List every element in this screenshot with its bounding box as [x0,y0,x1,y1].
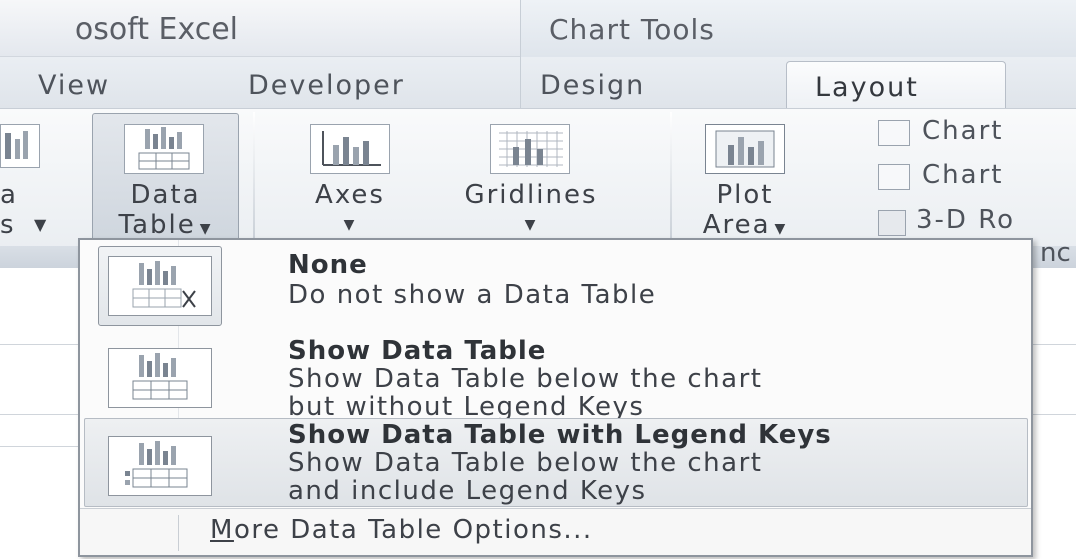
chart-wall-button[interactable]: Chart [922,116,1003,146]
legend-button-label-bottom: s [0,210,16,240]
chevron-down-icon: ▼ [343,217,357,233]
menu-item-show-data-table[interactable]: Show Data Table Show Data Table below th… [80,332,1031,422]
axes-icon[interactable] [310,124,390,174]
menu-item-more-options[interactable]: More Data Table Options... [80,508,1031,555]
menu-item-description-line1: Show Data Table below the chart [288,364,763,394]
gridlines-button[interactable]: Gridlines ▼ [446,180,616,240]
grid-line [1032,344,1076,345]
menu-item-description-line2: and include Legend Keys [288,476,647,506]
group-label-fragment: nc [1040,238,1071,268]
menu-item-description-line1: Show Data Table below the chart [288,448,763,478]
more-options-rest: ore Data Table Options... [233,515,593,545]
plot-area-button[interactable]: Plot Area ▼ [690,180,800,244]
gridlines-icon[interactable] [490,124,570,174]
plot-area-icon[interactable] [705,124,785,174]
chart-tools-context-band: Chart Tools [520,0,1076,57]
chart-wall-icon[interactable] [878,120,910,146]
chart-floor-icon[interactable] [878,164,910,190]
data-table-show-icon [108,348,212,408]
menu-item-none[interactable]: None Do not show a Data Table [80,240,1031,330]
more-options-mnemonic: M [210,515,234,545]
chevron-down-icon: ▼ [199,221,213,237]
axes-label: Axes [315,180,385,210]
tab-view[interactable]: View [38,70,110,101]
group-separator [253,112,255,246]
app-title-text: osoft Excel [74,12,238,47]
chart-floor-button[interactable]: Chart [922,160,1003,190]
plot-area-label-line2: Area [702,210,771,240]
menu-item-description: Do not show a Data Table [288,280,657,310]
grid-line [0,344,80,345]
menu-item-title: Show Data Table [288,336,547,366]
axes-button[interactable]: Axes ▼ [290,180,410,240]
data-table-button-label: Data Table ▼ [94,180,237,244]
menu-footer-separator [178,515,179,551]
menu-item-title: None [288,250,368,280]
legend-icon[interactable] [0,124,40,168]
grid-line [0,446,80,447]
data-table-legend-keys-icon [108,436,212,496]
group-separator [670,112,672,246]
tab-layout[interactable]: Layout [786,61,1006,109]
data-table-icon [124,124,204,174]
data-table-none-icon [108,256,212,316]
ribbon-tab-row: View Developer Design Layout [0,57,1076,109]
tab-design[interactable]: Design [540,70,645,101]
menu-item-title: Show Data Table with Legend Keys [288,420,832,450]
rotation-cube-icon[interactable] [878,210,906,236]
data-table-label-line1: Data [130,180,201,210]
plot-area-label-line1: Plot [716,180,774,210]
chevron-down-icon: ▼ [524,217,538,233]
menu-item-show-data-table-legend-keys[interactable]: Show Data Table with Legend Keys Show Da… [80,418,1031,507]
context-tab-separator [520,57,521,108]
tab-developer[interactable]: Developer [248,70,405,101]
grid-line [0,414,80,415]
legend-dropdown-arrow-icon[interactable]: ▼ [34,210,48,240]
data-table-dropdown-menu: None Do not show a Data Table Show Data … [78,238,1033,557]
title-bar: osoft Excel Chart Tools [0,0,1076,57]
legend-button-label-top: a [0,180,18,210]
data-table-label-line2: Table [118,210,196,240]
app-title: osoft Excel [0,10,520,55]
3d-rotation-button[interactable]: 3-D Ro [916,205,1015,235]
chart-tools-title: Chart Tools [549,13,715,46]
chevron-down-icon: ▼ [774,221,788,237]
gridlines-label: Gridlines [464,180,598,210]
grid-line [1032,414,1076,415]
more-options-label: More Data Table Options... [210,515,593,545]
